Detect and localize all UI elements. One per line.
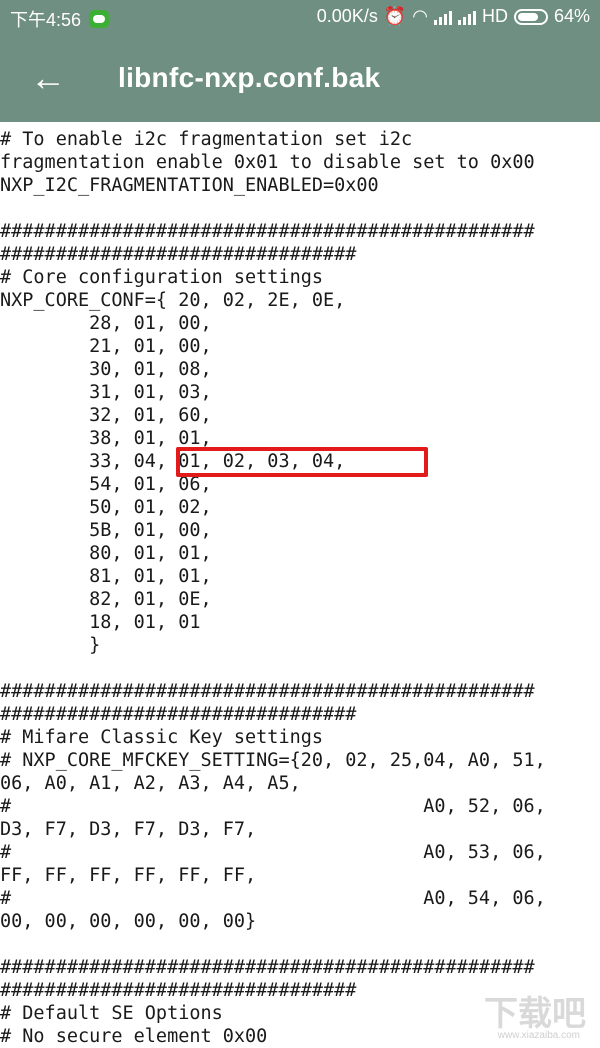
network-speed: 0.00K/s: [316, 6, 378, 26]
code-line: 30, 01, 08,: [0, 359, 212, 380]
file-content[interactable]: # To enable i2c fragmentation set i2c fra…: [0, 128, 600, 1048]
code-line: 32, 01, 60,: [0, 405, 212, 426]
code-line: ################################: [0, 244, 357, 265]
code-line: 28, 01, 00,: [0, 313, 212, 334]
code-line: # Core configuration settings: [0, 267, 324, 288]
code-line: 21, 01, 00,: [0, 336, 212, 357]
code-line: ########################################…: [0, 221, 535, 242]
alarm-icon: ⏰: [383, 6, 407, 26]
code-line: fragmentation enable 0x01 to disable set…: [0, 152, 535, 173]
code-line: 81, 01, 01,: [0, 566, 212, 587]
code-line: 18, 01, 01: [0, 612, 201, 633]
watermark-logo: 下载吧: [484, 995, 586, 1033]
highlight-box: [176, 447, 428, 477]
battery-level: 64%: [553, 6, 590, 26]
wifi-icon: ◠: [412, 6, 428, 26]
code-line: 82, 01, 0E,: [0, 589, 212, 610]
app-bar: ← libnfc-nxp.conf.bak: [0, 36, 600, 122]
file-title: libnfc-nxp.conf.bak: [118, 62, 381, 93]
signal-icon-2: [457, 9, 476, 25]
code-line: # To enable i2c fragmentation set i2c: [0, 129, 413, 150]
status-time: 下午4:56: [10, 10, 82, 30]
status-left: 下午4:56: [10, 6, 110, 32]
code-line: NXP_I2C_FRAGMENTATION_ENABLED=0x00: [0, 175, 379, 196]
code-line: D3, F7, D3, F7, D3, F7,: [0, 819, 257, 840]
watermark-url: www.xiazaiba.com: [497, 1030, 580, 1041]
code-line: # A0, 54, 06,: [0, 888, 546, 909]
back-arrow-icon[interactable]: ←: [30, 58, 66, 98]
code-line: ########################################…: [0, 681, 535, 702]
code-line: 50, 01, 02,: [0, 497, 212, 518]
code-line: 06, A0, A1, A2, A3, A4, A5,: [0, 773, 301, 794]
code-line: # NXP_CORE_MFCKEY_SETTING={20, 02, 25,04…: [0, 750, 546, 771]
code-line: FF, FF, FF, FF, FF, FF,: [0, 865, 257, 886]
status-right: 0.00K/s ⏰ ◠ HD 64%: [317, 6, 590, 27]
code-line: }: [0, 635, 101, 656]
code-line: ################################: [0, 704, 357, 725]
code-line: # A0, 53, 06,: [0, 842, 546, 863]
battery-icon: [513, 8, 548, 25]
code-line: 31, 01, 03,: [0, 382, 212, 403]
wechat-icon: [89, 10, 110, 28]
code-line: # Mifare Classic Key settings: [0, 727, 324, 748]
signal-icon: [433, 9, 452, 25]
hd-badge: HD: [481, 6, 508, 26]
code-line: NXP_CORE_CONF={ 20, 02, 2E, 0E,: [0, 290, 346, 311]
code-line: 80, 01, 01,: [0, 543, 212, 564]
status-bar: 下午4:56 0.00K/s ⏰ ◠ HD 64%: [0, 0, 600, 36]
code-line: # A0, 52, 06,: [0, 796, 546, 817]
code-line: ########################################…: [0, 957, 535, 978]
code-line: 5B, 01, 00,: [0, 520, 212, 541]
code-line: 00, 00, 00, 00, 00, 00}: [0, 911, 257, 932]
